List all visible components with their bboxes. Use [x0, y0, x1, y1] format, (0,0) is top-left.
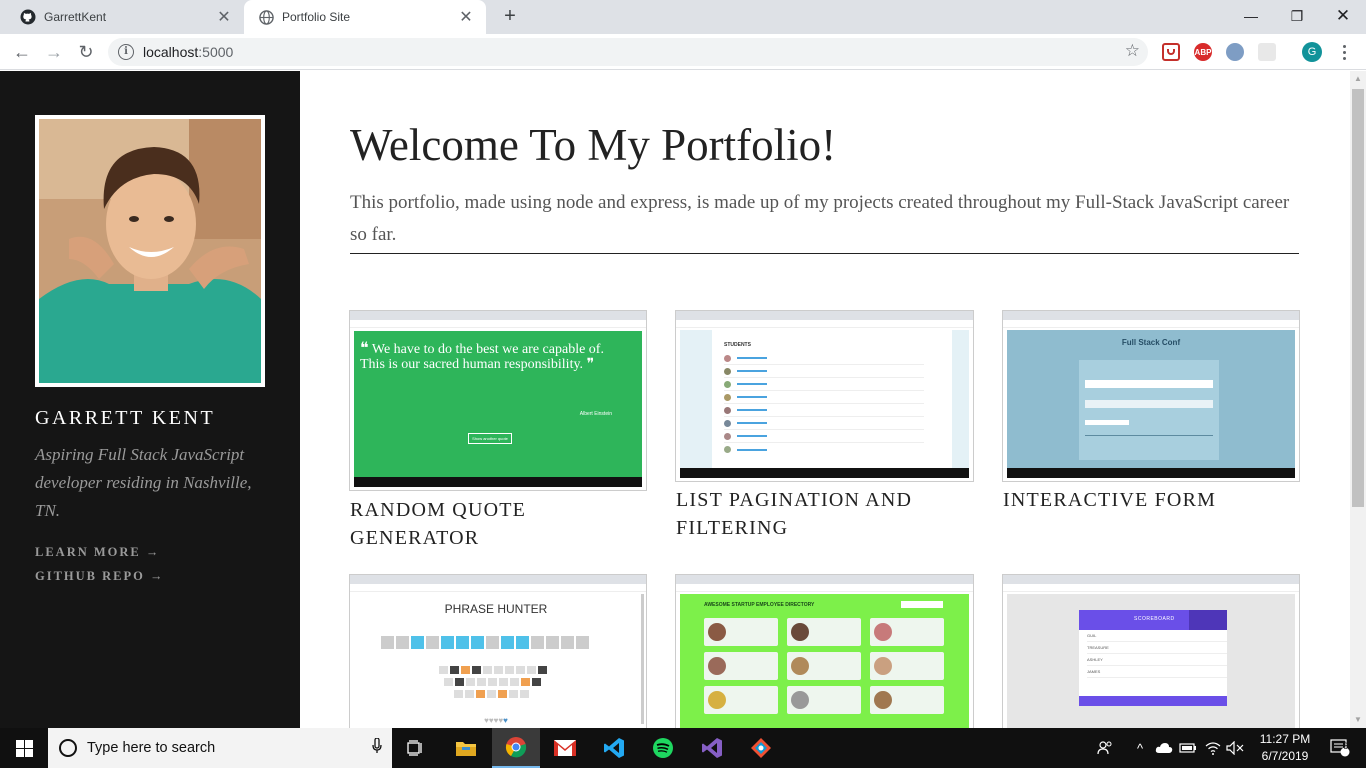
onedrive-icon[interactable] [1154, 728, 1174, 768]
tab-garrettkent[interactable]: GarrettKent ✕ [8, 0, 244, 34]
project-title[interactable]: INTERACTIVE FORM [1003, 486, 1303, 514]
scroll-thumb[interactable] [1352, 89, 1364, 507]
thumbnail-screen: ❝ We have to do the best we are capable … [354, 331, 642, 487]
microphone-icon[interactable] [362, 736, 392, 759]
adblock-plus-icon[interactable]: ABP [1194, 43, 1212, 61]
project-title[interactable]: LIST PAGINATION AND FILTERING [676, 486, 976, 542]
file-explorer-icon[interactable] [442, 728, 490, 768]
taskbar-search-box[interactable]: Type here to search [48, 728, 392, 768]
task-view-icon[interactable] [392, 728, 440, 768]
pocket-extension-icon[interactable] [1162, 43, 1180, 61]
forward-icon[interactable]: → [40, 38, 68, 66]
address-bar[interactable]: i localhost:5000 ☆ [108, 38, 1148, 66]
divider [350, 253, 1299, 254]
thumbnail-button: Show another quote [468, 433, 512, 444]
browser-toolbar: ← → ↻ i localhost:5000 ☆ ABP G [0, 34, 1366, 70]
extension-icon[interactable] [1258, 43, 1276, 61]
bookmark-star-icon[interactable]: ☆ [1125, 41, 1140, 61]
profile-photo [39, 119, 261, 383]
page-scrollbar[interactable]: ▲ ▼ [1350, 71, 1366, 728]
project-thumbnail-employee-directory[interactable]: AWESOME STARTUP EMPLOYEE DIRECTORY [675, 574, 974, 728]
notifications-icon[interactable]: 6 [1322, 728, 1358, 768]
taskbar: Type here to search ^ 11:27 PM 6/7/2019 … [0, 728, 1366, 768]
project-thumbnail-scoreboard[interactable]: SCOREBOARD GUIL TREASURE ASHLEY JAMES [1002, 574, 1300, 728]
minimize-icon[interactable]: — [1228, 0, 1274, 32]
cortana-icon [59, 739, 77, 757]
thumbnail-header: STUDENTS [724, 342, 751, 348]
gmail-icon[interactable] [541, 728, 589, 768]
people-icon[interactable] [1094, 728, 1116, 768]
project-title[interactable]: RANDOM QUOTE GENERATOR [350, 496, 650, 552]
profile-avatar[interactable]: G [1302, 42, 1322, 62]
back-icon[interactable]: ← [8, 38, 36, 66]
wifi-icon[interactable] [1202, 728, 1224, 768]
globe-icon [258, 9, 274, 25]
profile-tagline: Aspiring Full Stack JavaScript developer… [35, 445, 252, 520]
tab-portfolio-site[interactable]: Portfolio Site ✕ [244, 0, 486, 34]
battery-icon[interactable] [1178, 728, 1198, 768]
profile-name: GARRETT KENT [35, 407, 216, 429]
reload-icon[interactable]: ↻ [72, 38, 100, 66]
project-thumbnail-phrase-hunter[interactable]: PHRASE HUNTER ♥♥♥♥♥ [349, 574, 647, 728]
learn-more-link[interactable]: LEARN MORE → [35, 545, 160, 560]
thumbnail-header: SCOREBOARD [1134, 616, 1175, 622]
tab-title: GarrettKent [44, 10, 107, 24]
github-repo-link[interactable]: GITHUB REPO → [35, 569, 165, 584]
close-window-icon[interactable]: ✕ [1320, 0, 1366, 32]
new-tab-button[interactable]: + [498, 4, 522, 28]
visual-studio-icon[interactable] [688, 728, 736, 768]
restore-icon[interactable]: ❐ [1274, 0, 1320, 32]
url-text: localhost:5000 [143, 44, 234, 60]
thumbnail-header: AWESOME STARTUP EMPLOYEE DIRECTORY [704, 602, 815, 608]
scroll-down-icon[interactable]: ▼ [1350, 712, 1366, 728]
close-tab-icon[interactable]: ✕ [212, 7, 236, 27]
browser-tab-strip: GarrettKent ✕ Portfolio Site ✕ + — ❐ ✕ [0, 0, 1366, 34]
taskbar-clock[interactable]: 11:27 PM 6/7/2019 [1250, 731, 1320, 765]
extension-icon[interactable] [1226, 43, 1244, 61]
spotify-icon[interactable] [639, 728, 687, 768]
github-icon [20, 9, 36, 25]
vscode-icon[interactable] [590, 728, 638, 768]
thumbnail-author: Albert Einstein [579, 411, 612, 417]
browser-menu-icon[interactable] [1334, 42, 1354, 62]
thumbnail-header: PHRASE HUNTER [444, 602, 548, 616]
windows-start-icon[interactable] [0, 728, 48, 768]
page-title: Welcome To My Portfolio! [350, 120, 837, 170]
notification-count: 6 [1342, 741, 1348, 751]
volume-muted-icon[interactable] [1224, 728, 1246, 768]
search-placeholder: Type here to search [87, 740, 216, 756]
profile-photo-frame [35, 115, 265, 387]
intro-text: This portfolio, made using node and expr… [350, 192, 1290, 245]
clock-time: 11:27 PM [1259, 732, 1311, 746]
scroll-up-icon[interactable]: ▲ [1350, 71, 1366, 87]
thumbnail-header: Full Stack Conf [1121, 338, 1181, 347]
thumbnail-quote: We have to do the best we are capable of… [360, 342, 604, 372]
project-thumbnail-list-pagination[interactable]: STUDENTS [675, 310, 974, 482]
close-tab-icon[interactable]: ✕ [454, 7, 478, 27]
sidebar: GARRETT KENT Aspiring Full Stack JavaScr… [0, 71, 300, 728]
project-thumbnail-interactive-form[interactable]: Full Stack Conf [1002, 310, 1300, 482]
info-icon[interactable]: i [118, 44, 134, 60]
gitkraken-icon[interactable] [737, 728, 785, 768]
project-thumbnail-random-quote[interactable]: ❝ We have to do the best we are capable … [349, 310, 647, 491]
main-content: Welcome To My Portfolio! This portfolio,… [300, 71, 1350, 728]
tab-title: Portfolio Site [282, 10, 351, 24]
chrome-icon[interactable] [492, 728, 540, 768]
clock-date: 6/7/2019 [1261, 749, 1309, 763]
chevron-up-icon[interactable]: ^ [1130, 728, 1150, 768]
page-viewport: GARRETT KENT Aspiring Full Stack JavaScr… [0, 71, 1366, 728]
